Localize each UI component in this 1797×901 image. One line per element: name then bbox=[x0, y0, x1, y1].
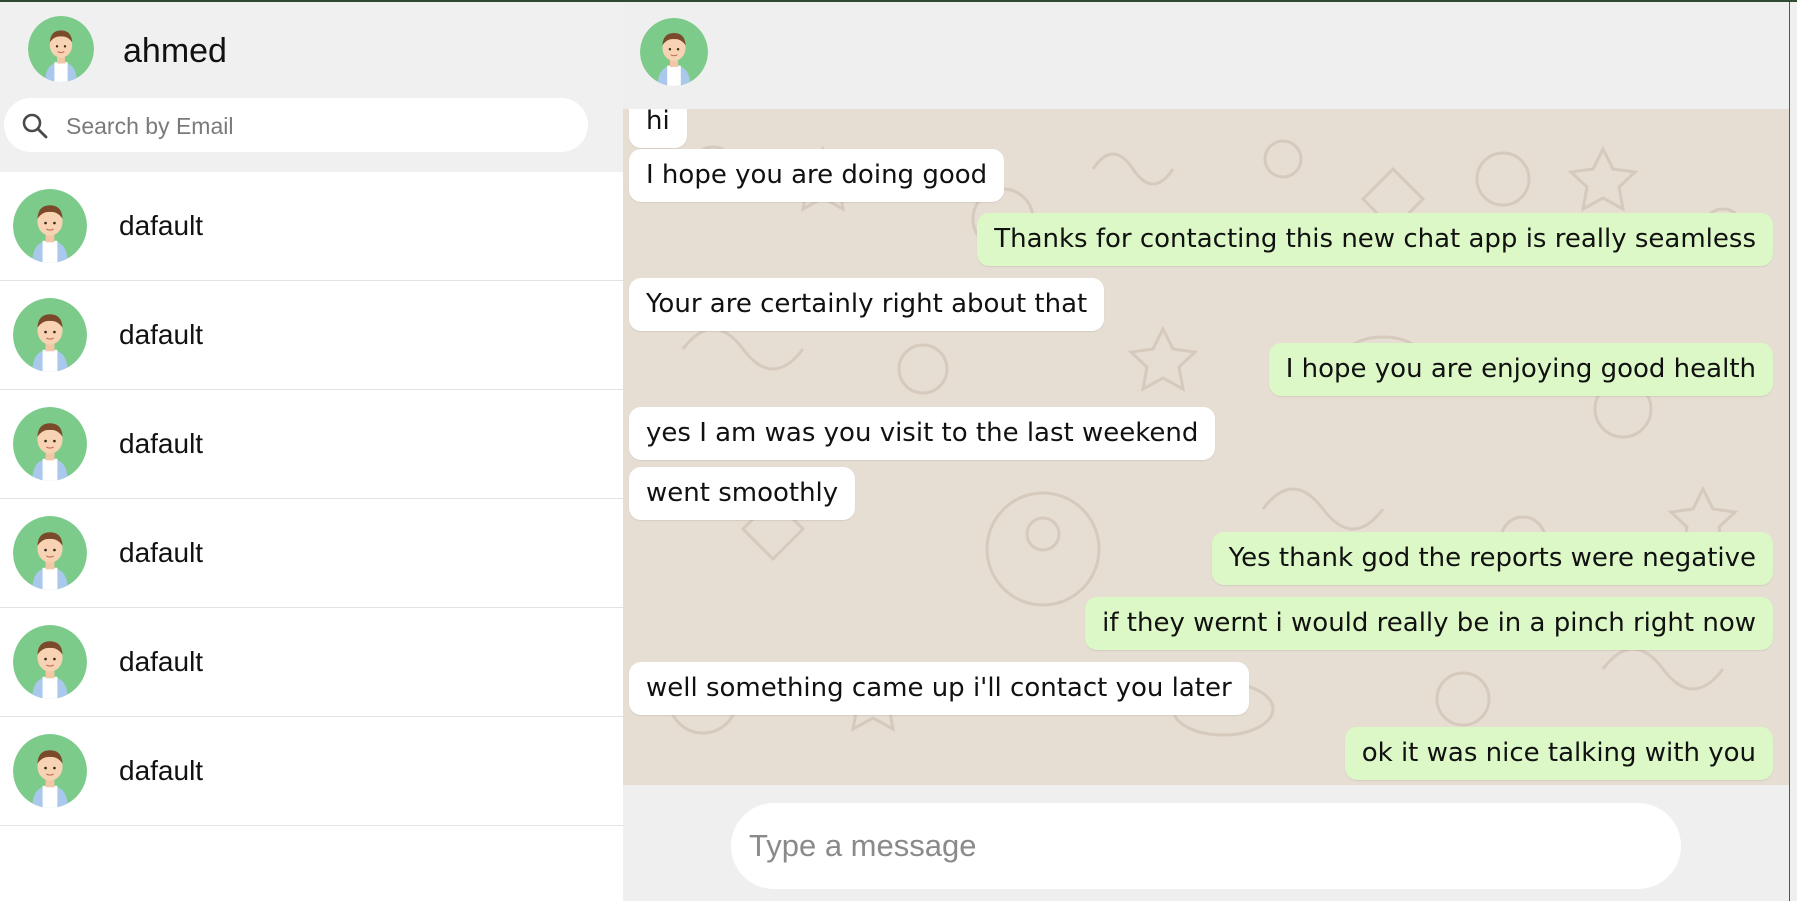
contact-item[interactable]: dafault bbox=[0, 172, 623, 281]
message-outgoing: Yes thank god the reports were negative bbox=[1211, 532, 1773, 585]
message-composer bbox=[623, 785, 1789, 901]
contact-item[interactable]: dafault bbox=[0, 608, 623, 717]
contact-item[interactable]: dafault bbox=[0, 499, 623, 608]
sidebar: ahmed dafault bbox=[0, 2, 624, 901]
message-incoming: yes I am was you visit to the last weeke… bbox=[629, 407, 1216, 460]
contact-avatar-icon bbox=[13, 734, 87, 808]
message-outgoing: Thanks for contacting this new chat app … bbox=[977, 213, 1773, 266]
chat-contact-avatar-icon[interactable] bbox=[640, 18, 708, 86]
search-bar bbox=[4, 98, 588, 152]
contact-name: dafault bbox=[119, 319, 204, 350]
contact-avatar-icon bbox=[13, 189, 87, 263]
contact-name: dafault bbox=[119, 646, 204, 677]
contact-avatar-icon bbox=[13, 407, 87, 481]
message-outgoing: I hope you are enjoying good health bbox=[1268, 343, 1773, 396]
contact-list: dafault dafault dafault dafault dafault … bbox=[0, 172, 623, 826]
message-list[interactable]: hi I hope you are doing good Thanks for … bbox=[623, 109, 1789, 785]
window-edge bbox=[1789, 2, 1797, 901]
contact-avatar-icon bbox=[13, 625, 87, 699]
contact-name: dafault bbox=[119, 537, 204, 568]
contact-item[interactable]: dafault bbox=[0, 717, 623, 826]
chat-panel: hi I hope you are doing good Thanks for … bbox=[623, 2, 1789, 901]
message-incoming: hi bbox=[629, 109, 687, 148]
contact-avatar-icon bbox=[13, 516, 87, 590]
contact-name: dafault bbox=[119, 428, 204, 459]
message-incoming: well something came up i'll contact you … bbox=[629, 662, 1249, 715]
contact-item[interactable]: dafault bbox=[0, 281, 623, 390]
search-icon bbox=[20, 111, 50, 141]
message-incoming: Your are certainly right about that bbox=[629, 278, 1105, 331]
search-input[interactable] bbox=[64, 106, 568, 146]
message-outgoing: if they wernt i would really be in a pin… bbox=[1085, 597, 1773, 650]
message-input[interactable] bbox=[731, 803, 1681, 889]
message-incoming: went smoothly bbox=[629, 467, 856, 520]
message-incoming: I hope you are doing good bbox=[629, 149, 1005, 202]
contact-item[interactable]: dafault bbox=[0, 390, 623, 499]
user-name: ahmed bbox=[123, 32, 227, 70]
contact-name: dafault bbox=[119, 755, 204, 786]
contact-name: dafault bbox=[119, 210, 204, 241]
chat-app: ahmed dafault bbox=[0, 0, 1797, 901]
sidebar-header: ahmed bbox=[0, 2, 623, 172]
chat-header bbox=[623, 2, 1789, 109]
contact-avatar-icon bbox=[13, 298, 87, 372]
user-avatar-icon[interactable] bbox=[28, 16, 94, 82]
message-outgoing: ok it was nice talking with you bbox=[1344, 727, 1773, 780]
